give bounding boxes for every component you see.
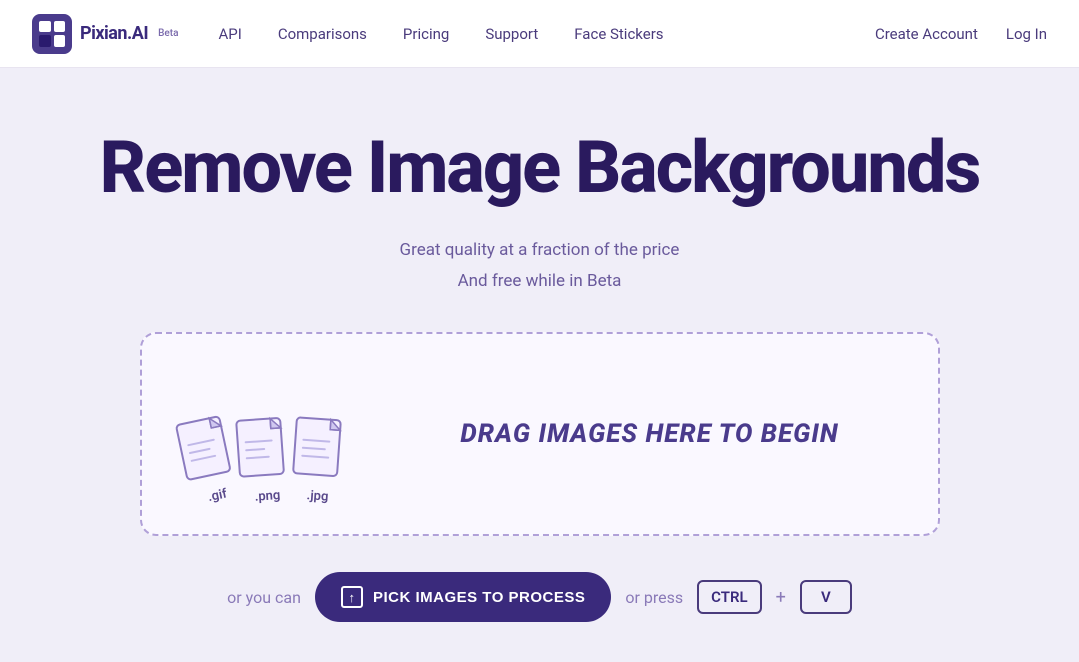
logo-icon	[32, 14, 72, 54]
logo-cell-1	[39, 21, 51, 33]
png-label: .png	[254, 488, 281, 505]
main-content: Remove Image Backgrounds Great quality a…	[0, 68, 1079, 662]
cta-middle-text: or press	[625, 588, 683, 607]
nav-actions: Create Account Log In	[875, 25, 1047, 43]
pick-button-label: PICK IMAGES TO PROCESS	[373, 589, 585, 606]
plus-sign: +	[776, 587, 786, 608]
drag-drop-text: DRAG IMAGES HERE TO BEGIN	[402, 419, 898, 449]
logo-cell-2	[54, 21, 66, 33]
file-card-jpg: .jpg	[289, 416, 351, 507]
nav-link-support[interactable]: Support	[485, 25, 538, 43]
hero-title: Remove Image Backgrounds	[100, 128, 980, 207]
logo-cell-3	[39, 35, 51, 47]
nav-links: API Comparisons Pricing Support Face Sti…	[218, 25, 874, 43]
bottom-cta: or you can ↑ PICK IMAGES TO PROCESS or p…	[227, 572, 852, 622]
dropzone[interactable]: .gif .png	[140, 332, 940, 536]
jpg-file-icon	[290, 416, 351, 488]
png-file-icon	[234, 416, 295, 488]
create-account-link[interactable]: Create Account	[875, 25, 978, 43]
nav-link-pricing[interactable]: Pricing	[403, 25, 449, 43]
beta-badge: Beta	[158, 28, 178, 39]
jpg-label: .jpg	[306, 489, 329, 505]
ctrl-key: CTRL	[697, 580, 761, 614]
log-in-link[interactable]: Log In	[1006, 25, 1047, 43]
gif-file-icon	[173, 413, 242, 491]
cta-prefix: or you can	[227, 588, 301, 607]
hero-subtitle: Great quality at a fraction of the price…	[400, 235, 680, 296]
dropzone-file-icons: .gif .png	[182, 364, 362, 504]
navbar: Pixian.AI Beta API Comparisons Pricing Su…	[0, 0, 1079, 68]
brand-name: Pixian.AI	[80, 23, 148, 44]
subtitle-line-1: Great quality at a fraction of the price	[400, 235, 680, 266]
pick-images-button[interactable]: ↑ PICK IMAGES TO PROCESS	[315, 572, 611, 622]
logo-link[interactable]: Pixian.AI Beta	[32, 14, 178, 54]
v-key: V	[800, 580, 852, 614]
upload-icon: ↑	[341, 586, 363, 608]
gif-label: .gif	[206, 487, 228, 506]
nav-link-api[interactable]: API	[218, 25, 241, 43]
nav-link-face-stickers[interactable]: Face Stickers	[574, 25, 663, 43]
nav-link-comparisons[interactable]: Comparisons	[278, 25, 367, 43]
logo-cell-4	[54, 35, 66, 47]
subtitle-line-2: And free while in Beta	[400, 266, 680, 297]
file-card-png: .png	[234, 416, 296, 507]
